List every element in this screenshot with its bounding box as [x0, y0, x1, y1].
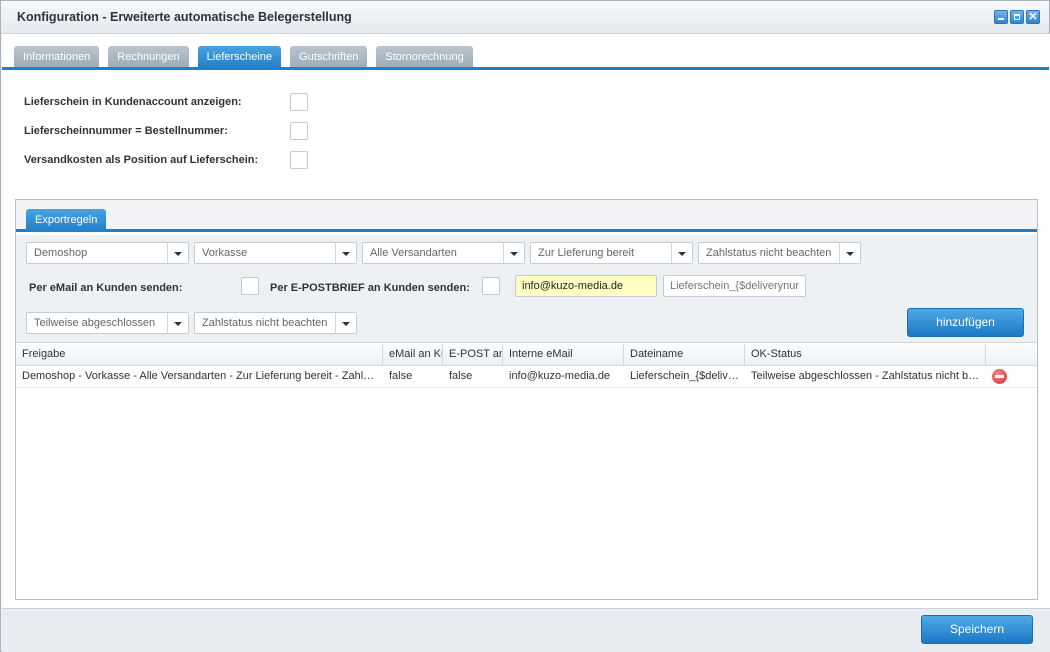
- tab-stornorechnung[interactable]: Stornorechnung: [376, 46, 473, 68]
- field-row-bestellnummer: Lieferscheinnummer = Bestellnummer:: [24, 122, 308, 140]
- tab-rechnungen[interactable]: Rechnungen: [108, 46, 189, 68]
- close-icon[interactable]: ✕: [1026, 10, 1040, 24]
- ok-payment-status-select[interactable]: Zahlstatus nicht beachten: [194, 312, 357, 334]
- save-button[interactable]: Speichern: [921, 615, 1033, 644]
- payment-select[interactable]: Vorkasse: [194, 242, 357, 264]
- field-label: Lieferscheinnummer = Bestellnummer:: [24, 125, 228, 137]
- field-label: Versandkosten als Position auf Liefersch…: [24, 154, 259, 166]
- column-header-freigabe[interactable]: Freigabe: [16, 344, 383, 365]
- main-tab-bar: Informationen Rechnungen Lieferscheine G…: [2, 34, 1050, 70]
- chevron-down-icon[interactable]: [671, 243, 692, 263]
- bestellnummer-checkbox[interactable]: [290, 122, 308, 140]
- email-checkbox[interactable]: [241, 277, 259, 295]
- footer-bar: Speichern: [2, 608, 1050, 652]
- rule-editor-toolbar: Demoshop Vorkasse Alle Versandarten Zur …: [16, 235, 1037, 343]
- chevron-down-icon[interactable]: [335, 313, 356, 333]
- chevron-down-icon[interactable]: [167, 243, 188, 263]
- column-header-dateiname[interactable]: Dateiname: [624, 344, 745, 365]
- cell-dateiname: Lieferschein_{$deliverynumber}: [630, 370, 745, 382]
- column-header-ok-status[interactable]: OK-Status: [745, 344, 986, 365]
- column-header-epost[interactable]: E-POST an Kunden: [443, 344, 503, 365]
- shop-select[interactable]: Demoshop: [26, 242, 189, 264]
- epost-label: Per E-POSTBRIEF an Kunden senden:: [270, 282, 470, 294]
- tab-gutschriften[interactable]: Gutschriften: [290, 46, 368, 68]
- minimize-icon[interactable]: [994, 10, 1008, 24]
- column-header-email[interactable]: eMail an Kunden: [383, 344, 443, 365]
- window-controls: ✕: [994, 10, 1040, 24]
- cell-interne-email: info@kuzo-media.de: [509, 370, 611, 382]
- epost-checkbox[interactable]: [482, 277, 500, 295]
- tab-informationen[interactable]: Informationen: [14, 46, 100, 68]
- cell-freigabe: Demoshop - Vorkasse - Alle Versandarten …: [22, 370, 383, 382]
- cell-epost: false: [449, 370, 473, 382]
- table-row[interactable]: Demoshop - Vorkasse - Alle Versandarten …: [16, 366, 1037, 388]
- ok-status-select[interactable]: Teilweise abgeschlossen: [26, 312, 189, 334]
- add-rule-button[interactable]: hinzufügen: [907, 308, 1024, 337]
- panel-tab-bar: Exportregeln: [16, 200, 1037, 232]
- field-row-versandkosten: Versandkosten als Position auf Liefersch…: [24, 151, 308, 169]
- cell-email: false: [389, 370, 413, 382]
- config-window: Konfiguration - Erweiterte automatische …: [0, 0, 1050, 652]
- field-label: Lieferschein in Kundenaccount anzeigen:: [24, 96, 242, 108]
- maximize-icon[interactable]: [1010, 10, 1024, 24]
- grid-header: Freigabe eMail an Kunden E-POST an Kunde…: [16, 344, 1037, 366]
- shipping-select[interactable]: Alle Versandarten: [362, 242, 525, 264]
- tab-content: Lieferschein in Kundenaccount anzeigen: …: [2, 70, 1050, 608]
- column-header-actions: [986, 344, 1037, 365]
- column-header-interne-email[interactable]: Interne eMail: [503, 344, 624, 365]
- exportregeln-panel: Exportregeln Demoshop Vorkasse Alle Vers…: [15, 199, 1038, 600]
- order-status-select[interactable]: Zur Lieferung bereit: [530, 242, 693, 264]
- filename-input[interactable]: [663, 275, 806, 297]
- tab-exportregeln[interactable]: Exportregeln: [26, 209, 107, 232]
- rules-grid: Freigabe eMail an Kunden E-POST an Kunde…: [16, 344, 1037, 388]
- kundenaccount-checkbox[interactable]: [290, 93, 308, 111]
- email-label: Per eMail an Kunden senden:: [29, 282, 183, 294]
- field-row-kundenaccount: Lieferschein in Kundenaccount anzeigen:: [24, 93, 308, 111]
- chevron-down-icon[interactable]: [503, 243, 524, 263]
- payment-status-select[interactable]: Zahlstatus nicht beachten: [698, 242, 861, 264]
- chevron-down-icon[interactable]: [167, 313, 188, 333]
- delete-icon[interactable]: [992, 369, 1007, 384]
- cell-actions: [986, 366, 1037, 387]
- window-title: Konfiguration - Erweiterte automatische …: [17, 10, 352, 24]
- title-bar: Konfiguration - Erweiterte automatische …: [1, 1, 1049, 34]
- cell-ok-status: Teilweise abgeschlossen - Zahlstatus nic…: [751, 370, 986, 382]
- chevron-down-icon[interactable]: [335, 243, 356, 263]
- tab-lieferscheine[interactable]: Lieferscheine: [197, 46, 282, 68]
- versandkosten-checkbox[interactable]: [290, 151, 308, 169]
- internal-email-input[interactable]: [515, 275, 657, 297]
- chevron-down-icon[interactable]: [839, 243, 860, 263]
